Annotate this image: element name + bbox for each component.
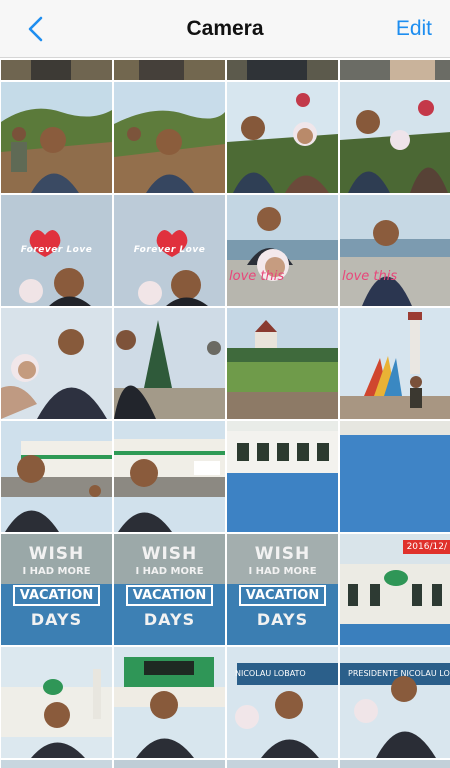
photo-thumbnail[interactable] [1, 308, 112, 419]
overlay-text: love this [229, 269, 285, 284]
photo-thumbnail[interactable] [340, 421, 450, 532]
photo-thumbnail[interactable] [114, 308, 225, 419]
photo-thumbnail[interactable] [1, 82, 112, 193]
overlay-text: WISH [141, 544, 198, 564]
overlay-text: DAYS [256, 610, 309, 629]
edit-button[interactable]: Edit [396, 17, 432, 41]
overlay-text: I HAD MORE [135, 566, 204, 577]
photo-thumbnail[interactable]: 2016/12/ [340, 534, 450, 645]
overlay-text: Forever Love [133, 245, 206, 255]
sign-text: NICOLAU LOBATO [235, 669, 306, 678]
photo-thumbnail[interactable] [227, 60, 338, 80]
photo-thumbnail[interactable]: Forever Love [114, 195, 225, 306]
overlay-text: Forever Love [20, 245, 93, 255]
overlay-text: WISH [28, 544, 85, 564]
photo-thumbnail[interactable] [227, 308, 338, 419]
page-title: Camera [186, 17, 264, 40]
overlay-text: WISH [254, 544, 311, 564]
photo-thumbnail[interactable] [227, 760, 338, 768]
overlay-text: love this [342, 269, 398, 284]
photo-thumbnail[interactable]: Forever Love [1, 195, 112, 306]
photo-thumbnail[interactable] [340, 60, 450, 80]
photo-thumbnail[interactable] [114, 421, 225, 532]
photo-thumbnail[interactable] [340, 760, 450, 768]
photo-thumbnail[interactable] [1, 760, 112, 768]
overlay-text: I HAD MORE [22, 566, 91, 577]
photo-grid: Forever Love Forever Love love this love… [0, 60, 450, 768]
photo-thumbnail[interactable] [1, 421, 112, 532]
photo-thumbnail[interactable] [340, 82, 450, 193]
overlay-text: VACATION [239, 585, 326, 606]
sign-text: PRESIDENTE NICOLAU LOBATO [348, 669, 450, 678]
photo-thumbnail[interactable] [114, 60, 225, 80]
photo-thumbnail[interactable] [340, 308, 450, 419]
navigation-bar: Camera Edit [0, 0, 450, 58]
photo-thumbnail[interactable]: love this [227, 195, 338, 306]
photo-thumbnail[interactable]: WISH I HAD MORE VACATION DAYS [1, 534, 112, 645]
photo-thumbnail[interactable] [1, 647, 112, 758]
overlay-text: VACATION [13, 585, 100, 606]
overlay-text: VACATION [126, 585, 213, 606]
overlay-text: I HAD MORE [248, 566, 317, 577]
photo-thumbnail[interactable]: PRESIDENTE NICOLAU LOBATO [340, 647, 450, 758]
photo-thumbnail[interactable]: NICOLAU LOBATO [227, 647, 338, 758]
photo-thumbnail[interactable] [114, 647, 225, 758]
photo-thumbnail[interactable] [227, 421, 338, 532]
photo-thumbnail[interactable]: WISH I HAD MORE VACATION DAYS [114, 534, 225, 645]
photo-thumbnail[interactable] [1, 60, 112, 80]
photo-thumbnail[interactable] [227, 82, 338, 193]
date-stamp: 2016/12/ [402, 540, 450, 554]
photo-thumbnail[interactable]: love this [340, 195, 450, 306]
photo-thumbnail[interactable]: WISH I HAD MORE VACATION DAYS [227, 534, 338, 645]
overlay-text: DAYS [143, 610, 196, 629]
photo-thumbnail[interactable] [114, 82, 225, 193]
photo-thumbnail[interactable] [114, 760, 225, 768]
overlay-text: DAYS [30, 610, 83, 629]
